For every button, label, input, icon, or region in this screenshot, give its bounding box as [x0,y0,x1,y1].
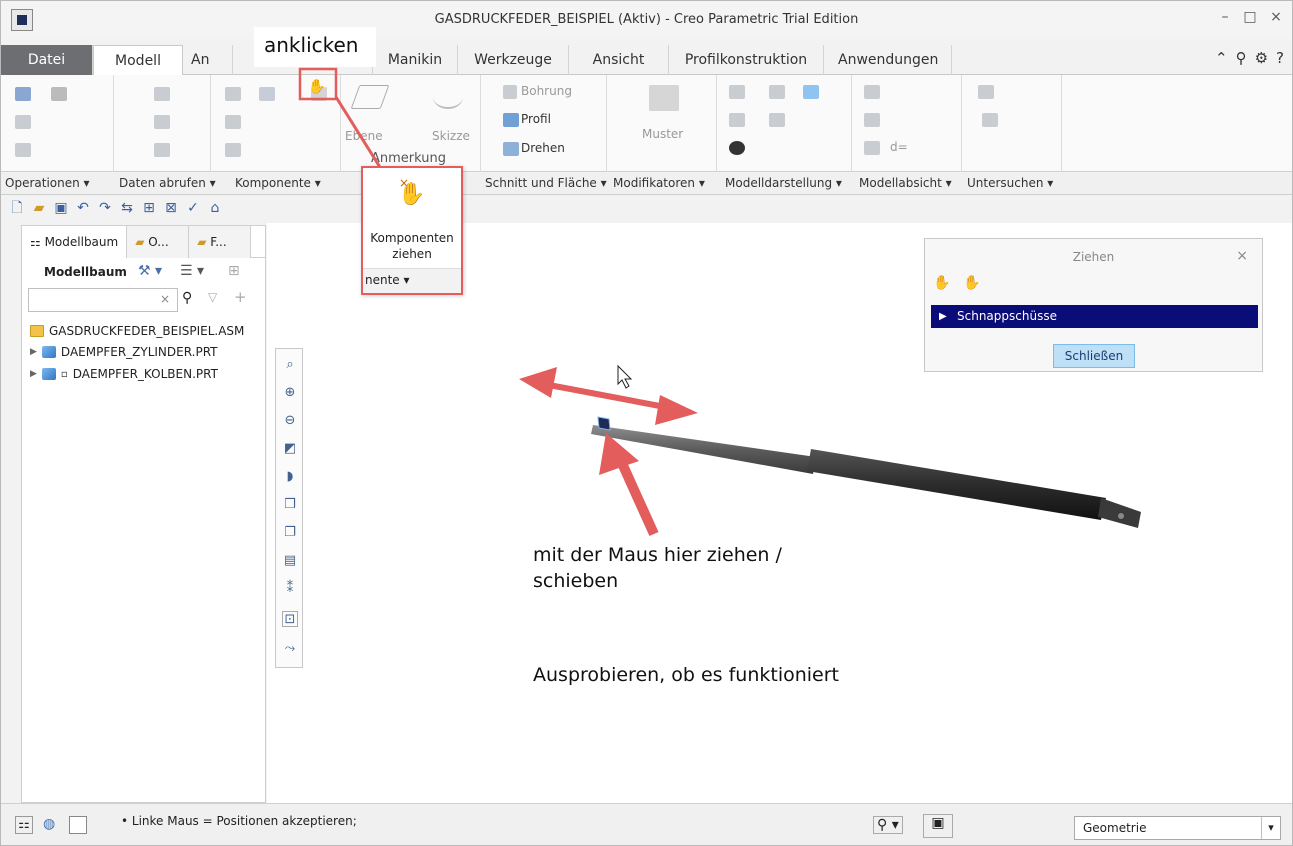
model-display-icon[interactable]: ▣ [923,814,953,838]
drag-components-button[interactable]: Komponenten ziehen [363,230,461,262]
click-callout: anklicken [254,27,376,67]
drag-instruction-line1: mit der Maus hier ziehen / [533,544,782,566]
cross-marker-icon: × [399,176,410,190]
gas-spring-model[interactable] [591,416,1141,528]
drag-point-marker[interactable] [597,416,611,431]
status-bar: ⚏ ◍ • Linke Maus = Positionen akzeptiere… [1,803,1292,845]
snapshots-section[interactable]: Schnappschüsse [931,305,1258,328]
full-screen-icon[interactable] [69,816,87,834]
drag-arrow [599,433,659,537]
popup-group-label[interactable]: nente ▾ [363,268,461,293]
try-instruction: Ausprobieren, ob es funktioniert [533,664,840,686]
annotation-overlay: ✋ [298,67,1141,537]
navigator-icon[interactable]: ⚏ [15,816,33,834]
cylinder-body[interactable] [807,449,1106,520]
callout-connector [334,96,385,173]
status-message: • Linke Maus = Positionen akzeptieren; [121,814,357,828]
dialog-close-icon[interactable]: × [1236,248,1248,264]
find-status-icon[interactable]: ⚲ ▾ [873,816,903,834]
body-drag-icon[interactable]: ✋ [963,275,980,291]
drag-hand-icon[interactable]: ✋ [363,182,461,207]
drag-dialog: Ziehen × ✋ ✋ Schnappschüsse Schließen [924,238,1263,372]
mouse-cursor [617,364,633,389]
double-arrow [519,367,698,425]
creo-window: GASDRUCKFEDER_BEISPIEL (Aktiv) - Creo Pa… [0,0,1293,846]
dialog-title: Ziehen [1072,250,1115,264]
selection-filter-select[interactable]: Geometrie [1074,816,1281,840]
drag-instruction-line2: schieben [533,570,619,592]
dialog-close-button[interactable]: Schließen [1053,344,1135,368]
browser-icon[interactable]: ◍ [43,816,55,832]
mount-hole [1118,513,1124,519]
drag-components-popup: ✋ × Komponenten ziehen nente ▾ [361,166,463,295]
drag-components-ribbon-icon[interactable]: ✋ [308,78,325,95]
cylinder-end-eye[interactable] [1098,498,1141,528]
point-drag-icon[interactable]: ✋ [933,275,950,291]
